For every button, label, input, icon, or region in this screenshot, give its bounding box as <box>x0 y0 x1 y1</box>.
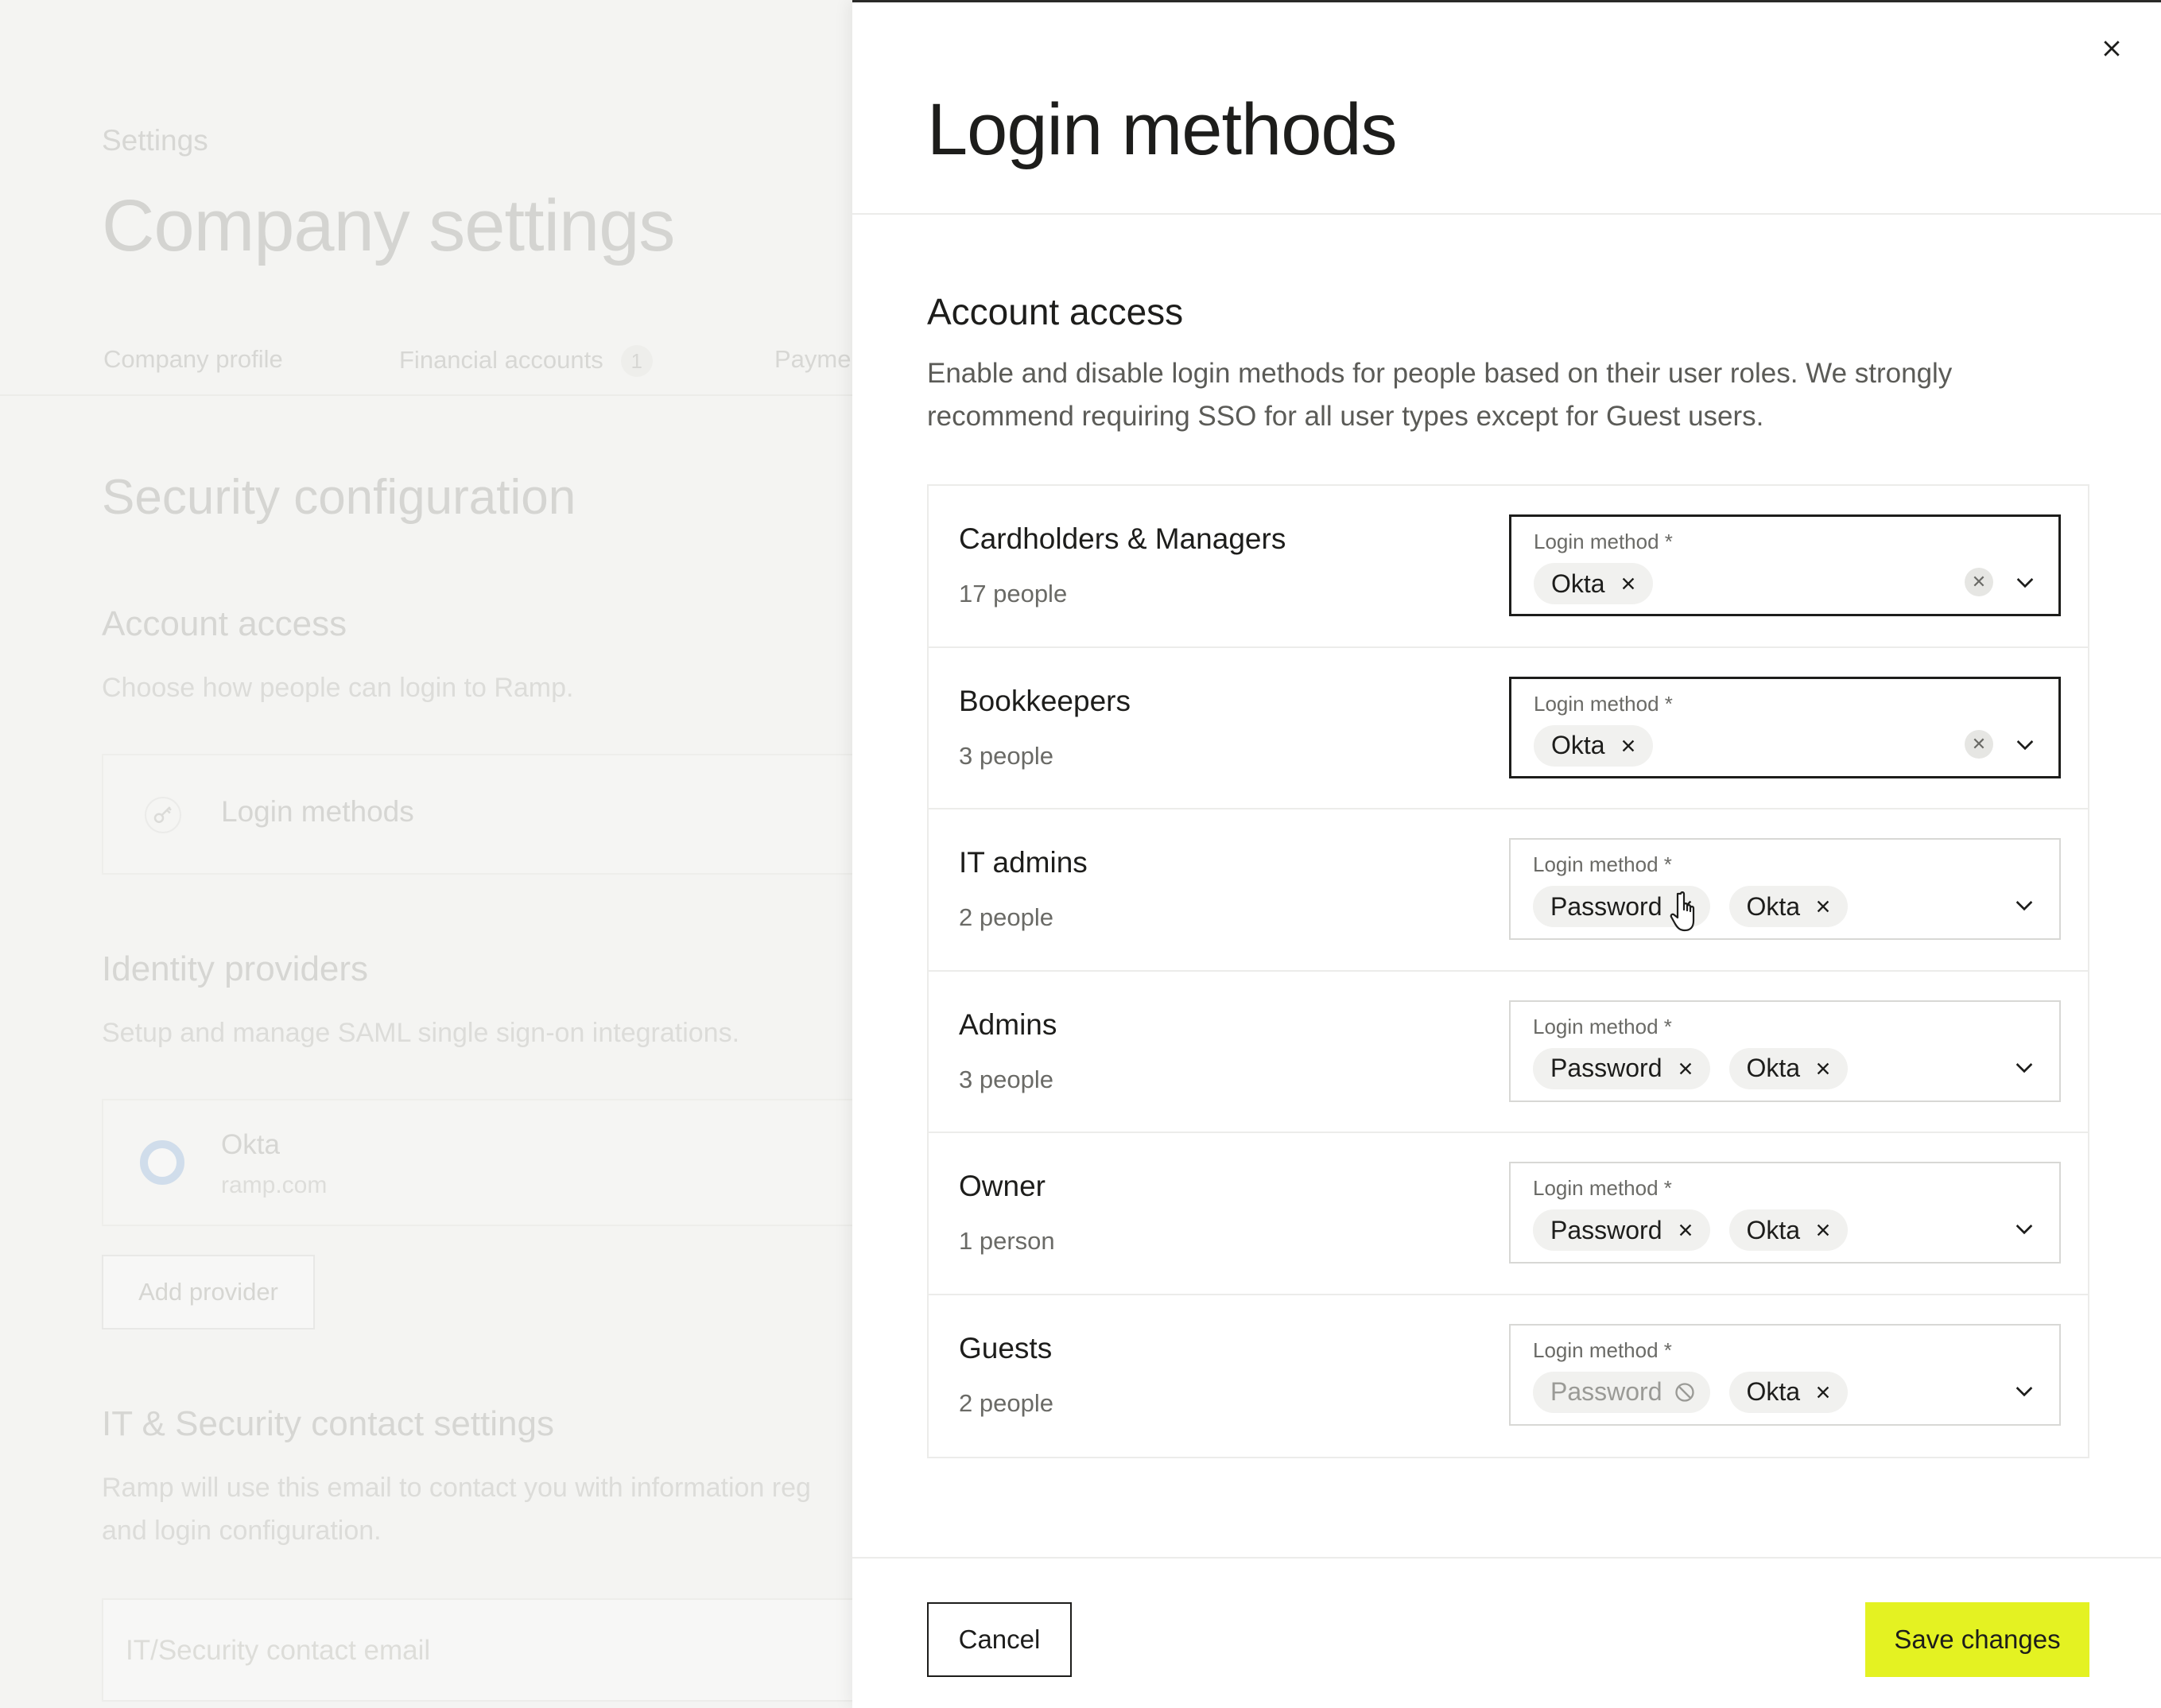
login-method-select[interactable]: Login method * Okta ✕ <box>1509 514 2061 616</box>
field-label: Login method * <box>1533 1337 1672 1362</box>
chip-label: Okta <box>1746 1215 1801 1244</box>
role-name: Guests <box>959 1331 1053 1364</box>
role-name: Bookkeepers <box>959 684 1131 717</box>
login-method-chip[interactable]: Okta <box>1728 1209 1849 1251</box>
field-label: Login method * <box>1533 852 1672 876</box>
login-method-chip[interactable]: Okta <box>1534 724 1653 767</box>
role-name: Admins <box>959 1007 1057 1041</box>
footer-divider <box>852 1557 2161 1559</box>
role-people-count: 3 people <box>959 741 1053 770</box>
selected-chips: Okta <box>1534 724 1653 767</box>
login-method-chip[interactable]: Password <box>1533 1209 1710 1251</box>
chip-label: Okta <box>1551 731 1605 759</box>
role-row: Owner 1 person Login method * Password O… <box>929 1133 2088 1295</box>
login-method-select[interactable]: Login method * Password Okta <box>1509 838 2061 940</box>
login-method-select[interactable]: Login method * Password Okta <box>1509 1162 2061 1264</box>
chip-label: Okta <box>1746 891 1801 921</box>
disabled-icon <box>1674 1380 1697 1404</box>
login-method-chip[interactable]: Password <box>1533 1047 1710 1089</box>
selected-chips: Okta <box>1534 563 1653 604</box>
login-method-select[interactable]: Login method * Password Okta <box>1509 1323 2061 1426</box>
role-row: Guests 2 people Login method * Password … <box>929 1295 2088 1458</box>
login-method-chip[interactable]: Okta <box>1728 1047 1849 1089</box>
role-people-count: 1 person <box>959 1227 1055 1255</box>
login-method-chip[interactable]: Okta <box>1534 563 1653 604</box>
login-method-chip[interactable]: Password <box>1533 886 1710 927</box>
remove-chip-icon[interactable] <box>1811 895 1835 918</box>
field-label: Login method * <box>1534 530 1673 553</box>
chevron-down-icon[interactable] <box>2012 1054 2037 1080</box>
close-icon[interactable] <box>2093 29 2131 68</box>
role-name: IT admins <box>959 846 1088 879</box>
field-label: Login method * <box>1533 1176 1672 1200</box>
remove-chip-icon[interactable] <box>1616 734 1640 758</box>
account-access-title: Account access <box>927 291 1184 332</box>
chip-label: Okta <box>1746 1377 1801 1406</box>
chevron-down-icon[interactable] <box>2012 892 2037 918</box>
roles-table: Cardholders & Managers 17 people Login m… <box>927 484 2089 1458</box>
cancel-button[interactable]: Cancel <box>927 1602 1072 1677</box>
login-method-chip[interactable]: Okta <box>1728 886 1849 927</box>
field-label: Login method * <box>1533 1014 1672 1038</box>
role-people-count: 2 people <box>959 1388 1053 1417</box>
login-method-chip[interactable]: Okta <box>1728 1371 1849 1413</box>
chip-label: Password <box>1550 1215 1662 1244</box>
role-row: Bookkeepers 3 people Login method * Okta… <box>929 648 2088 809</box>
login-method-chip: Password <box>1533 1371 1710 1413</box>
drawer-title: Login methods <box>927 89 1398 170</box>
remove-chip-icon[interactable] <box>1674 1057 1697 1081</box>
chip-label: Okta <box>1551 569 1605 598</box>
remove-chip-icon[interactable] <box>1674 895 1697 918</box>
selected-chips: Password Okta <box>1533 886 1849 927</box>
remove-chip-icon[interactable] <box>1674 1218 1697 1242</box>
chevron-down-icon[interactable] <box>2012 732 2038 757</box>
role-row: IT admins 2 people Login method * Passwo… <box>929 809 2088 972</box>
chevron-down-icon[interactable] <box>2012 569 2038 595</box>
chevron-down-icon[interactable] <box>2012 1216 2037 1241</box>
chip-label: Okta <box>1746 1054 1801 1082</box>
role-name: Owner <box>959 1170 1046 1202</box>
role-row: Cardholders & Managers 17 people Login m… <box>929 486 2088 648</box>
header-divider <box>852 213 2161 215</box>
chip-label: Password <box>1550 891 1662 921</box>
save-changes-button[interactable]: Save changes <box>1865 1602 2089 1677</box>
login-methods-drawer: Login methods Account access Enable and … <box>852 0 2161 1708</box>
role-people-count: 2 people <box>959 903 1053 931</box>
selected-chips: Password Okta <box>1533 1371 1849 1413</box>
remove-chip-icon[interactable] <box>1811 1218 1835 1242</box>
selected-chips: Password Okta <box>1533 1209 1849 1251</box>
remove-chip-icon[interactable] <box>1616 572 1640 596</box>
chevron-down-icon[interactable] <box>2012 1378 2037 1403</box>
clear-selection-icon[interactable]: ✕ <box>1965 568 1993 596</box>
role-people-count: 17 people <box>959 580 1068 608</box>
chip-label: Password <box>1550 1377 1662 1406</box>
remove-chip-icon[interactable] <box>1811 1380 1835 1404</box>
login-method-select[interactable]: Login method * Password Okta <box>1509 1000 2061 1102</box>
account-access-description: Enable and disable login methods for peo… <box>927 358 1953 432</box>
field-label: Login method * <box>1534 691 1673 716</box>
login-method-select[interactable]: Login method * Okta ✕ <box>1509 676 2061 778</box>
role-people-count: 3 people <box>959 1065 1053 1093</box>
chip-label: Password <box>1550 1054 1662 1082</box>
role-name: Cardholders & Managers <box>959 522 1286 555</box>
role-row: Admins 3 people Login method * Password … <box>929 972 2088 1133</box>
selected-chips: Password Okta <box>1533 1047 1849 1089</box>
clear-selection-icon[interactable]: ✕ <box>1965 729 1993 759</box>
modal-backdrop[interactable] <box>0 0 855 1708</box>
remove-chip-icon[interactable] <box>1811 1057 1835 1081</box>
